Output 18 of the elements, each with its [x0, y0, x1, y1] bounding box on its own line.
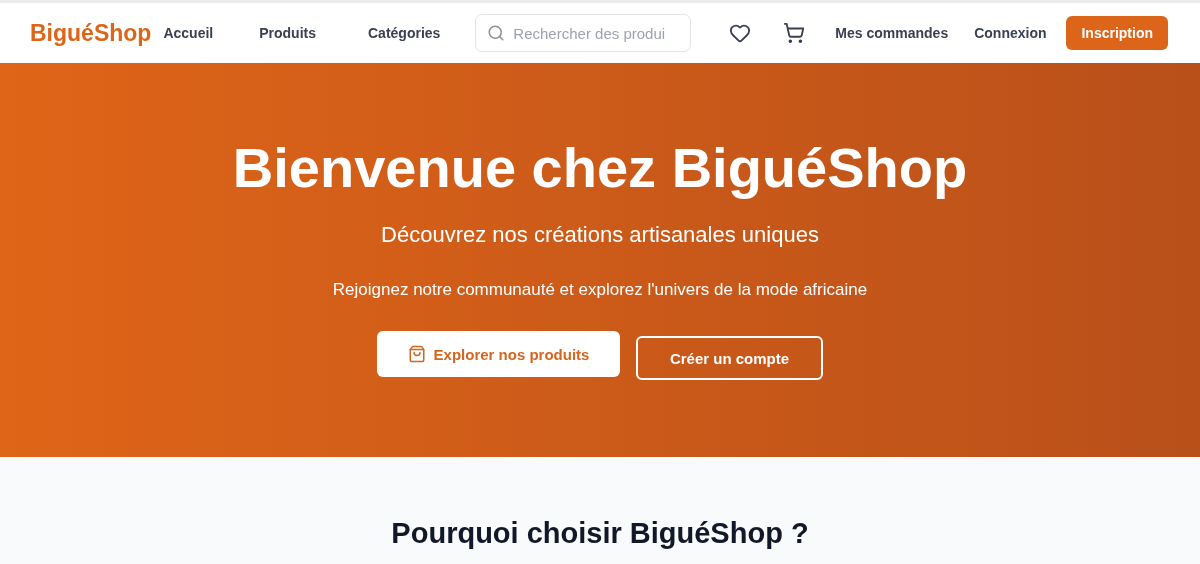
- logo[interactable]: BiguéShop: [30, 19, 152, 47]
- create-account-button[interactable]: Créer un compte: [636, 336, 823, 380]
- search-icon: [487, 24, 506, 42]
- cart-icon[interactable]: [783, 22, 806, 44]
- hero-title: Bienvenue chez BiguéShop: [232, 135, 968, 200]
- signup-button[interactable]: Inscription: [1066, 16, 1168, 50]
- nav-link[interactable]: Accueil: [163, 25, 214, 41]
- shopping-bag-icon: [407, 345, 426, 363]
- hero-subtitle: Découvrez nos créations artisanales uniques: [381, 222, 819, 248]
- nav-link[interactable]: Produits: [259, 25, 316, 41]
- hero-tagline: Rejoignez notre communauté et explorez l'univers de la mode africaine: [332, 280, 868, 300]
- heart-icon[interactable]: [729, 22, 752, 44]
- nav-link[interactable]: Catégories: [368, 25, 441, 41]
- section-title: Pourquoi choisir BiguéShop ?: [390, 517, 810, 550]
- explore-button[interactable]: Explorer nos produits: [377, 331, 620, 377]
- nav-link[interactable]: Mes commandes: [835, 25, 949, 41]
- nav-link[interactable]: Connexion: [974, 25, 1047, 41]
- search-field[interactable]: Rechercher des produi: [475, 14, 692, 52]
